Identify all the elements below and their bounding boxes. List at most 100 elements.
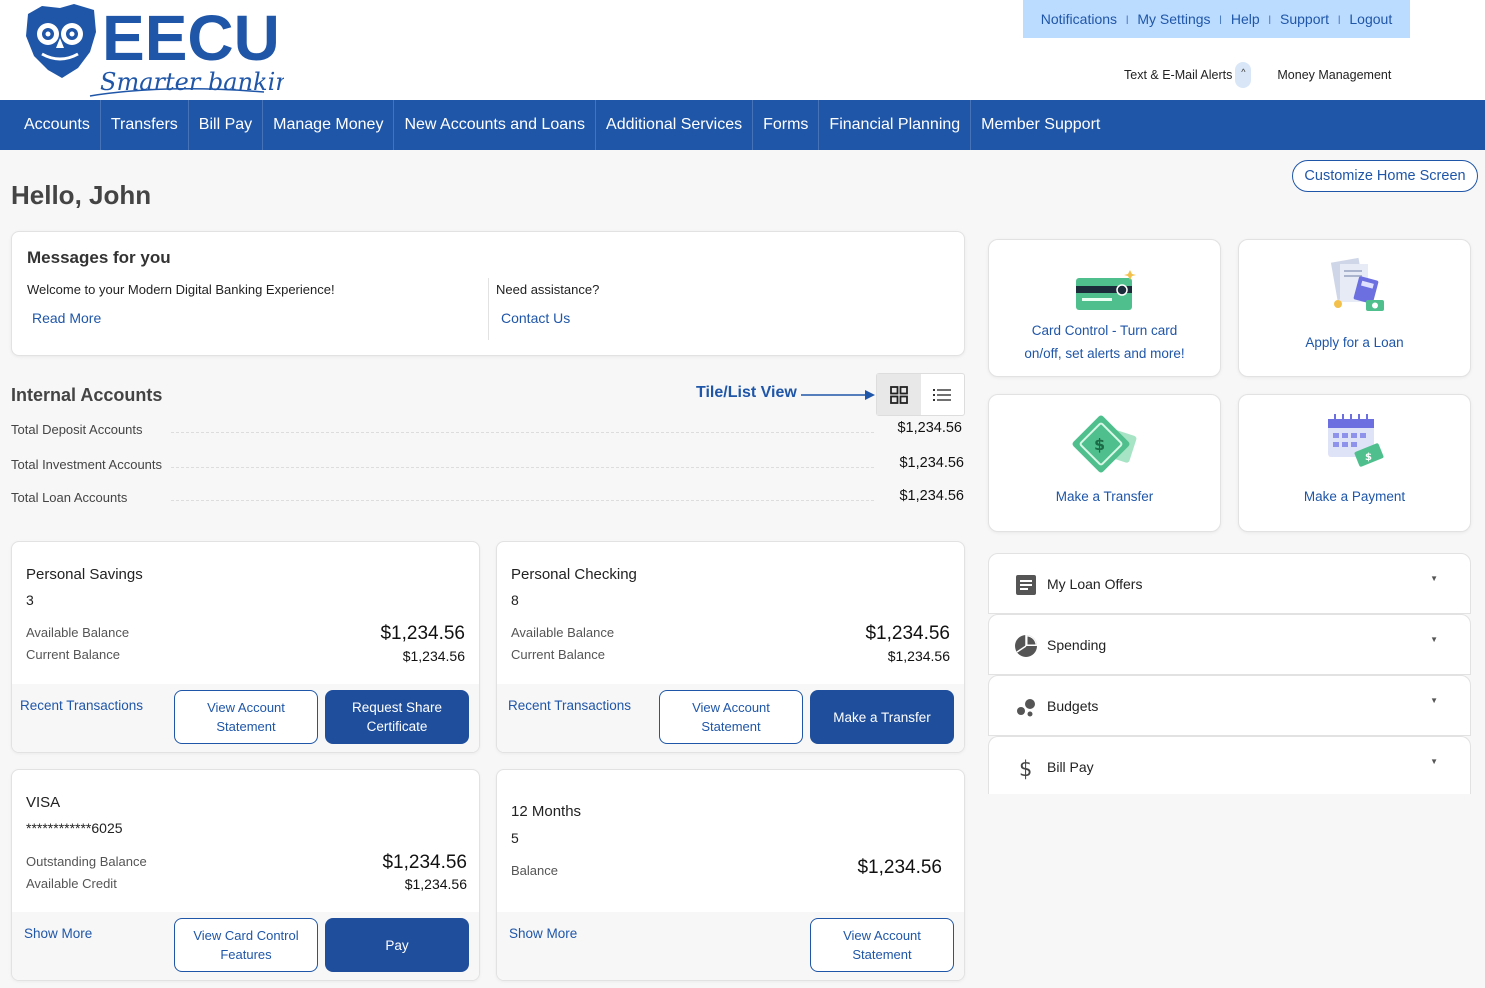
calendar-payment-icon: $ [1327,414,1383,467]
card-footer: Show More View Card Control Features Pay [12,912,479,980]
nav-bill-pay[interactable]: Bill Pay [189,100,264,150]
nav-transfers[interactable]: Transfers [101,100,189,150]
balance-value: $1,234.56 [865,623,950,644]
dots-icon [1014,695,1038,719]
nav-financial-planning[interactable]: Financial Planning [819,100,972,150]
tile-label: Make a Transfer [1055,489,1154,504]
message-left: Welcome to your Modern Digital Banking E… [27,282,335,326]
sub-links: Text & E-Mail Alerts ^ Money Management [1124,62,1391,88]
card-number: ************6025 [26,820,123,836]
quick-tile-make-transfer[interactable]: $ Make a Transfer [988,394,1221,532]
my-settings-link[interactable]: My Settings [1137,11,1210,27]
account-card-certificate[interactable]: 12 Months 5 Balance $1,234.56 Show More … [496,769,965,981]
pay-button[interactable]: Pay [325,918,469,972]
widget-spending[interactable]: Spending ▼ [988,614,1471,675]
chevron-down-icon[interactable]: ▼ [1430,635,1438,644]
tile-label: on/off, set alerts and more! [1024,346,1185,361]
widget-loan-offers[interactable]: My Loan Offers ▼ [988,553,1471,614]
dollar-icon: $ [1014,756,1038,780]
svg-text:$: $ [1094,435,1105,454]
alerts-toggle[interactable]: ^ [1235,62,1252,88]
nav-forms[interactable]: Forms [753,100,820,150]
view-card-control-button[interactable]: View Card Control Features [174,918,318,972]
balance-label: Outstanding Balance [26,854,147,869]
widget-label: My Loan Offers [1047,576,1143,592]
summary-amount: $1,234.56 [899,488,964,504]
show-more-link[interactable]: Show More [24,926,92,941]
quick-tile-make-payment[interactable]: $ Make a Payment [1238,394,1471,532]
summary-row: Total Loan Accounts $1,234.56 [11,488,964,508]
help-link[interactable]: Help [1231,11,1260,27]
balance-value: $1,234.56 [402,648,465,664]
view-statement-button[interactable]: View Account Statement [174,690,318,744]
quick-tile-card-control[interactable]: Card Control - Turn card on/off, set ale… [988,239,1221,377]
balance-label: Current Balance [511,647,605,662]
nav-new-accounts-loans[interactable]: New Accounts and Loans [394,100,597,150]
account-name: Personal Checking [511,566,637,583]
account-number: 3 [26,592,34,608]
balance-value: $1,234.56 [857,857,942,878]
chevron-down-icon[interactable]: ▼ [1430,574,1438,583]
view-toggle [876,373,965,416]
tile-label: Card Control - Turn card [1031,323,1178,338]
assistance-text: Need assistance? [496,282,600,297]
balance-label: Available Balance [26,625,130,640]
tile-view-button[interactable] [877,374,921,415]
balance-label: Available Balance [511,625,615,640]
balance-value: $1,234.56 [404,876,467,892]
account-card-checking[interactable]: Personal Checking 8 Available Balance $1… [496,541,965,753]
request-certificate-button[interactable]: Request Share Certificate [325,690,469,744]
summary-label: Total Investment Accounts [11,457,163,472]
nav-accounts[interactable]: Accounts [14,100,101,150]
balance-label: Available Credit [26,876,117,891]
credit-card-icon [1075,270,1136,310]
messages-panel: Messages for you Welcome to your Modern … [11,231,965,356]
dotted-leader [171,432,874,433]
account-card-savings[interactable]: Personal Savings 3 Available Balance $1,… [11,541,480,753]
widget-bill-pay[interactable]: $ Bill Pay ▼ [988,736,1471,794]
dotted-leader [171,500,874,501]
eecu-logo[interactable]: EECU Smarter banking [24,2,284,98]
arrow-right-icon [801,390,875,400]
money-transfer-icon: $ [1072,415,1136,473]
view-statement-button[interactable]: View Account Statement [810,918,954,972]
logout-link[interactable]: Logout [1349,11,1392,27]
summary-row: Total Deposit Accounts $1,234.56 [11,420,964,440]
grid-icon [889,385,908,404]
quick-tile-apply-loan[interactable]: Apply for a Loan [1238,239,1471,377]
list-icon [933,388,952,401]
balance-value: $1,234.56 [382,852,467,873]
view-statement-button[interactable]: View Account Statement [659,690,803,744]
nav-additional-services[interactable]: Additional Services [596,100,754,150]
support-link[interactable]: Support [1280,11,1329,27]
recent-transactions-link[interactable]: Recent Transactions [20,698,143,713]
widget-budgets[interactable]: Budgets ▼ [988,675,1471,736]
nav-manage-money[interactable]: Manage Money [263,100,395,150]
text-email-alerts-link[interactable]: Text & E-Mail Alerts [1124,68,1232,82]
internal-accounts-title: Internal Accounts [11,385,163,405]
header: EECU Smarter banking Notifications | My … [0,0,1485,100]
account-number: 8 [511,592,519,608]
widget-label: Budgets [1047,698,1099,714]
account-card-visa[interactable]: VISA ************6025 Outstanding Balanc… [11,769,480,981]
contact-us-link[interactable]: Contact Us [501,310,599,326]
chevron-down-icon[interactable]: ▼ [1430,757,1438,766]
list-view-button[interactable] [921,374,965,415]
notifications-link[interactable]: Notifications [1041,11,1117,27]
read-more-link[interactable]: Read More [32,310,335,326]
chevron-down-icon[interactable]: ▼ [1430,696,1438,705]
recent-transactions-link[interactable]: Recent Transactions [508,698,631,713]
loan-document-icon [1330,257,1384,311]
show-more-link[interactable]: Show More [509,926,577,941]
account-name: VISA [26,794,61,811]
customize-home-button[interactable]: Customize Home Screen [1292,160,1478,192]
money-management-link[interactable]: Money Management [1277,68,1391,82]
balance-value: $1,234.56 [887,648,950,664]
svg-text:$: $ [1365,452,1372,463]
divider [488,278,489,340]
nav-member-support[interactable]: Member Support [971,100,1110,150]
make-transfer-button[interactable]: Make a Transfer [810,690,954,744]
summary-label: Total Deposit Accounts [11,422,143,437]
summary-row: Total Investment Accounts $1,234.56 [11,455,964,475]
account-name: Personal Savings [26,566,143,583]
